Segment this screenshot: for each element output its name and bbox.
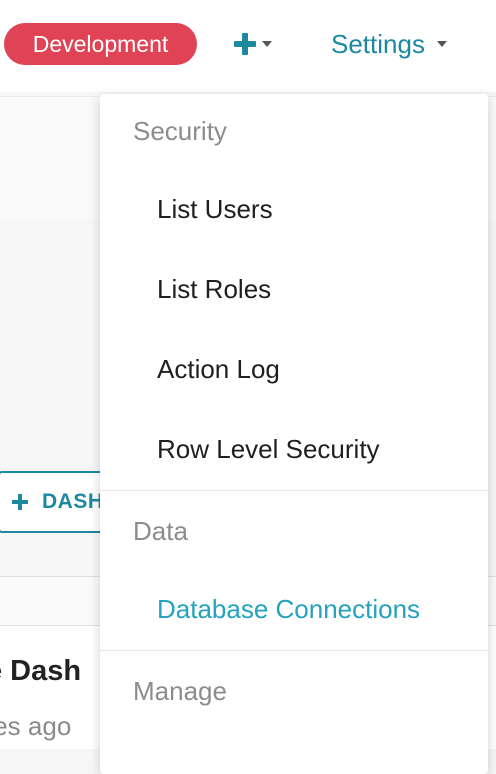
top-navbar: Development Settings: [0, 0, 496, 92]
settings-dropdown: Security List Users List Roles Action Lo…: [100, 94, 488, 774]
plus-icon: [234, 33, 256, 55]
menu-divider: [100, 490, 488, 491]
settings-menu-toggle[interactable]: Settings: [331, 26, 447, 62]
add-dashboard-label: DASH: [42, 490, 104, 513]
section-header-security: Security: [133, 116, 227, 146]
environment-badge: Development: [4, 23, 197, 65]
menu-item-action-log[interactable]: Action Log: [157, 354, 280, 385]
settings-label: Settings: [331, 28, 425, 59]
caret-down-icon: [262, 41, 272, 47]
new-item-menu-toggle[interactable]: [234, 26, 272, 62]
menu-item-list-users[interactable]: List Users: [157, 194, 273, 225]
caret-down-icon: [436, 41, 447, 47]
menu-divider: [100, 650, 488, 651]
menu-item-row-level-security[interactable]: Row Level Security: [157, 434, 380, 465]
menu-item-database-connections[interactable]: Database Connections: [157, 594, 420, 625]
menu-item-list-roles[interactable]: List Roles: [157, 274, 271, 305]
dashboard-title[interactable]: e Dash: [0, 655, 81, 688]
section-header-data: Data: [133, 516, 188, 546]
dashboard-modified-time: tes ago: [0, 711, 72, 741]
section-header-manage: Manage: [133, 676, 227, 706]
plus-icon: [12, 494, 28, 510]
